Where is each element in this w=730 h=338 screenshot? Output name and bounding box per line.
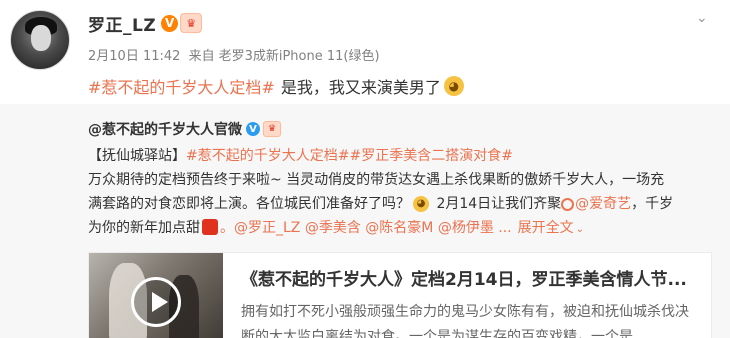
card-title[interactable]: 《惹不起的千岁大人》定档2月14日，罗正季美含情人节...	[241, 265, 687, 290]
member-badge-icon[interactable]: ♛	[180, 13, 203, 33]
repost-topics-link[interactable]: #惹不起的千岁大人定档##罗正季美含二搭演对食#	[186, 148, 513, 164]
repost-mentions-link[interactable]: 。@罗正_LZ @季美含 @陈名豪M @杨伊墨 ...	[220, 217, 512, 237]
weibo-post: 罗正_LZ V ♛ ⌄ 2月10日 11:42 来自 老罗3成新iPhone 11…	[0, 0, 730, 338]
gift-emoji-icon	[202, 219, 218, 235]
repost-prefix: 【抚仙城驿站】	[88, 148, 186, 164]
member-badge-icon: ♛	[263, 121, 281, 137]
doge-emoji-icon: ◕	[443, 76, 464, 96]
post-meta: 2月10日 11:42 来自 老罗3成新iPhone 11(绿色)	[88, 45, 384, 64]
post-source[interactable]: 老罗3成新iPhone 11(绿色)	[219, 49, 380, 64]
author-row: 罗正_LZ V ♛	[88, 10, 203, 36]
post-text: 是我，我又来演美男了	[280, 78, 441, 97]
reposted-content: @惹不起的千岁大人官微 V ♛ 【抚仙城驿站】#惹不起的千岁大人定档##罗正季美…	[0, 104, 730, 338]
video-card[interactable]: 《惹不起的千岁大人》定档2月14日，罗正季美含情人节... 拥有如打不死小强般顽…	[88, 252, 712, 338]
post-content: #惹不起的千岁大人定档# 是我，我又来演美男了 ◕	[88, 74, 464, 98]
repost-line-4: 满套路的对食恋即将上演。各位城民们准备好了吗？ ◕ 2月14日让我们齐聚 @爱奇艺，…	[88, 193, 673, 213]
expand-label: 展开全文	[517, 220, 574, 236]
avatar-face	[31, 25, 51, 51]
repost-line-4a: 满套路的对食恋即将上演。各位城民们准备好了吗？	[88, 196, 410, 212]
repost-author-row: @惹不起的千岁大人官微 V ♛	[88, 119, 281, 139]
chevron-down-icon[interactable]: ⌄	[696, 11, 708, 25]
post-time[interactable]: 2月10日 11:42	[88, 49, 180, 64]
iqiyi-mention-link[interactable]: @爱奇艺	[575, 196, 631, 212]
author-avatar[interactable]	[10, 10, 70, 70]
repost-line-5a: 为你的新年加点甜	[88, 220, 200, 236]
author-name[interactable]: 罗正_LZ	[88, 11, 156, 36]
repost-line-4b: 2月14日让我们齐聚	[432, 196, 562, 212]
mention-icon	[561, 197, 575, 211]
chevron-down-icon: ⌄	[575, 224, 585, 235]
play-icon[interactable]	[131, 277, 181, 327]
doge-emoji-icon: ◕	[413, 196, 429, 212]
blue-v-badge-icon: V	[246, 122, 260, 136]
post-topic-link[interactable]: #惹不起的千岁大人定档#	[88, 74, 275, 98]
repost-line-2: 【抚仙城驿站】#惹不起的千岁大人定档##罗正季美含二搭演对食#	[88, 145, 513, 165]
repost-author-link[interactable]: @惹不起的千岁大人官微	[88, 119, 242, 139]
source-prefix: 来自	[188, 49, 215, 64]
expand-full-text-link[interactable]: 展开全文 ⌄	[518, 217, 584, 237]
repost-line-3: 万众期待的定档预告终于来啦~ 当灵动俏皮的带货达女遇上杀伐果断的傲娇千岁大人，一…	[88, 172, 665, 188]
video-thumbnail[interactable]	[89, 253, 223, 338]
repost-line-4c: ，千岁	[631, 196, 674, 212]
vip-badge-icon[interactable]: V	[161, 14, 179, 32]
repost-line-5: 为你的新年加点甜 。@罗正_LZ @季美含 @陈名豪M @杨伊墨 ... 展开全…	[88, 217, 584, 237]
card-description: 拥有如打不死小强般顽强生命力的鬼马少女陈有有，被迫和抚仙城杀伐决断的大太监白离结…	[241, 304, 689, 338]
